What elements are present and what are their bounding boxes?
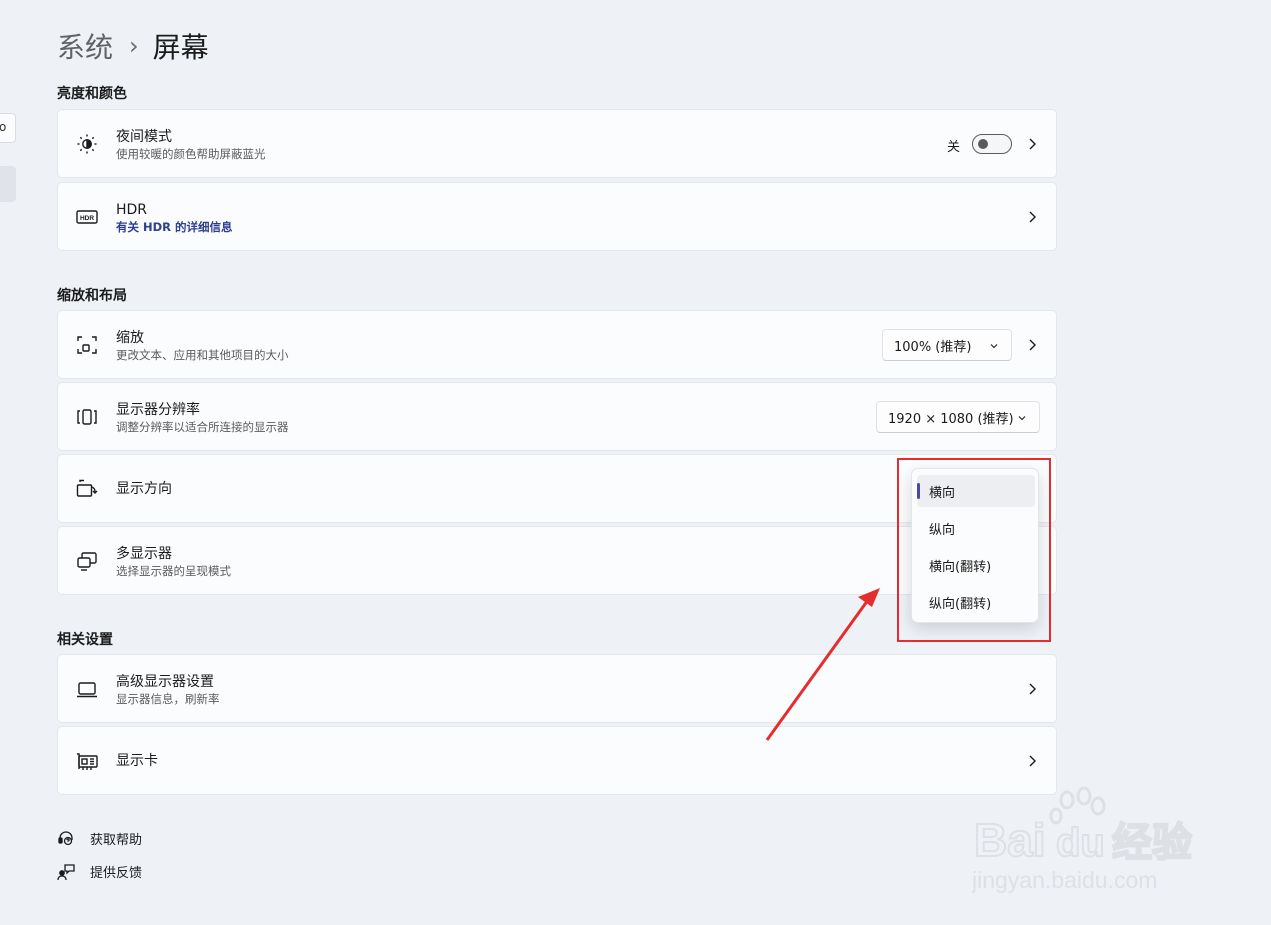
chevron-down-icon	[990, 344, 998, 349]
multi-display-icon	[77, 552, 97, 571]
breadcrumb: 系统 › 屏幕	[57, 26, 209, 66]
help-icon	[58, 830, 73, 845]
laptop-icon	[77, 682, 97, 698]
advanced-display-title: 高级显示器设置	[116, 674, 214, 690]
scale-icon	[77, 336, 97, 354]
watermark-brand2: du	[1056, 821, 1105, 865]
scale-dropdown[interactable]: 100% (推荐)	[882, 329, 1012, 361]
orientation-option-portrait[interactable]: 纵向	[917, 512, 1035, 544]
scale-card[interactable]: 缩放 更改文本、应用和其他项目的大小 100% (推荐)	[57, 310, 1057, 379]
chevron-right-icon[interactable]	[1026, 137, 1038, 151]
baidu-watermark: Bai du 经验 jingyan.baidu.com	[971, 782, 1212, 902]
option-label: 横向	[929, 485, 956, 501]
multi-display-title: 多显示器	[116, 546, 172, 562]
night-light-subtitle: 使用较暖的颜色帮助屏蔽蓝光	[116, 147, 266, 161]
resolution-dropdown-value: 1920 × 1080 (推荐)	[888, 411, 1014, 427]
scale-subtitle: 更改文本、应用和其他项目的大小	[116, 348, 289, 362]
chevron-right-icon[interactable]	[1026, 338, 1038, 352]
orientation-title: 显示方向	[116, 481, 172, 497]
night-light-toggle-label: 关	[946, 140, 960, 155]
night-light-title: 夜间模式	[116, 129, 172, 145]
scale-dropdown-value: 100% (推荐)	[894, 339, 972, 355]
breadcrumb-separator: ›	[129, 32, 139, 60]
advanced-display-subtitle: 显示器信息，刷新率	[116, 692, 220, 706]
orientation-option-landscape-flipped[interactable]: 横向(翻转)	[917, 549, 1035, 581]
section-title-scale-layout: 缩放和布局	[57, 288, 127, 304]
night-light-icon	[77, 134, 97, 154]
nav-item-selected[interactable]	[0, 166, 16, 202]
selection-indicator	[917, 483, 920, 499]
watermark-suffix: 经验	[1112, 820, 1192, 866]
graphics-title: 显示卡	[116, 753, 158, 769]
resolution-card[interactable]: 显示器分辨率 调整分辨率以适合所连接的显示器 1920 × 1080 (推荐)	[57, 382, 1057, 451]
chevron-right-icon[interactable]	[1026, 682, 1038, 696]
watermark-brand: Bai	[974, 814, 1046, 866]
chevron-right-icon[interactable]	[1026, 754, 1038, 768]
page-title: 屏幕	[152, 31, 209, 64]
hdr-title: HDR	[116, 202, 148, 218]
section-title-brightness-color: 亮度和颜色	[57, 86, 127, 102]
advanced-display-card[interactable]: 高级显示器设置 显示器信息，刷新率	[57, 654, 1057, 723]
get-help-label: 获取帮助	[90, 833, 143, 848]
resolution-title: 显示器分辨率	[116, 402, 200, 418]
multi-display-subtitle: 选择显示器的呈现模式	[116, 564, 231, 578]
section-title-related: 相关设置	[57, 632, 113, 648]
option-label: 纵向(翻转)	[929, 596, 992, 612]
toggle-knob	[978, 139, 988, 149]
breadcrumb-parent-system[interactable]: 系统	[57, 26, 113, 66]
resolution-dropdown[interactable]: 1920 × 1080 (推荐)	[876, 401, 1040, 433]
graphics-card[interactable]: 显示卡	[57, 726, 1057, 795]
hdr-icon: HDR	[76, 210, 98, 224]
feedback-link[interactable]: 提供反馈	[57, 862, 142, 881]
baidu-paw-logo-icon: Bai du 经验 jingyan.baidu.com	[971, 786, 1193, 893]
option-label: 纵向	[929, 522, 956, 538]
hdr-info-link[interactable]: 有关 HDR 的详细信息	[116, 219, 233, 236]
orientation-popup: 横向 纵向 横向(翻转) 纵向(翻转)	[911, 468, 1039, 623]
get-help-link[interactable]: 获取帮助	[57, 829, 142, 848]
resolution-subtitle: 调整分辨率以适合所连接的显示器	[116, 420, 289, 434]
scale-title: 缩放	[116, 330, 144, 346]
option-label: 横向(翻转)	[929, 559, 992, 575]
resolution-icon	[77, 409, 97, 425]
search-input[interactable]: o	[0, 113, 16, 143]
chevron-down-icon	[1018, 416, 1026, 421]
night-light-card[interactable]: 夜间模式 使用较暖的颜色帮助屏蔽蓝光 关	[57, 109, 1057, 178]
feedback-icon	[57, 863, 75, 880]
svg-text:HDR: HDR	[80, 215, 94, 222]
orientation-icon	[76, 479, 98, 497]
chevron-right-icon[interactable]	[1026, 210, 1038, 224]
orientation-option-landscape[interactable]: 横向	[917, 475, 1035, 507]
night-light-toggle[interactable]	[972, 134, 1012, 154]
orientation-option-portrait-flipped[interactable]: 纵向(翻转)	[917, 586, 1035, 618]
watermark-url: jingyan.baidu.com	[972, 867, 1157, 893]
feedback-label: 提供反馈	[90, 866, 143, 881]
hdr-card[interactable]: HDR HDR 有关 HDR 的详细信息	[57, 182, 1057, 251]
graphics-card-icon	[77, 753, 98, 770]
